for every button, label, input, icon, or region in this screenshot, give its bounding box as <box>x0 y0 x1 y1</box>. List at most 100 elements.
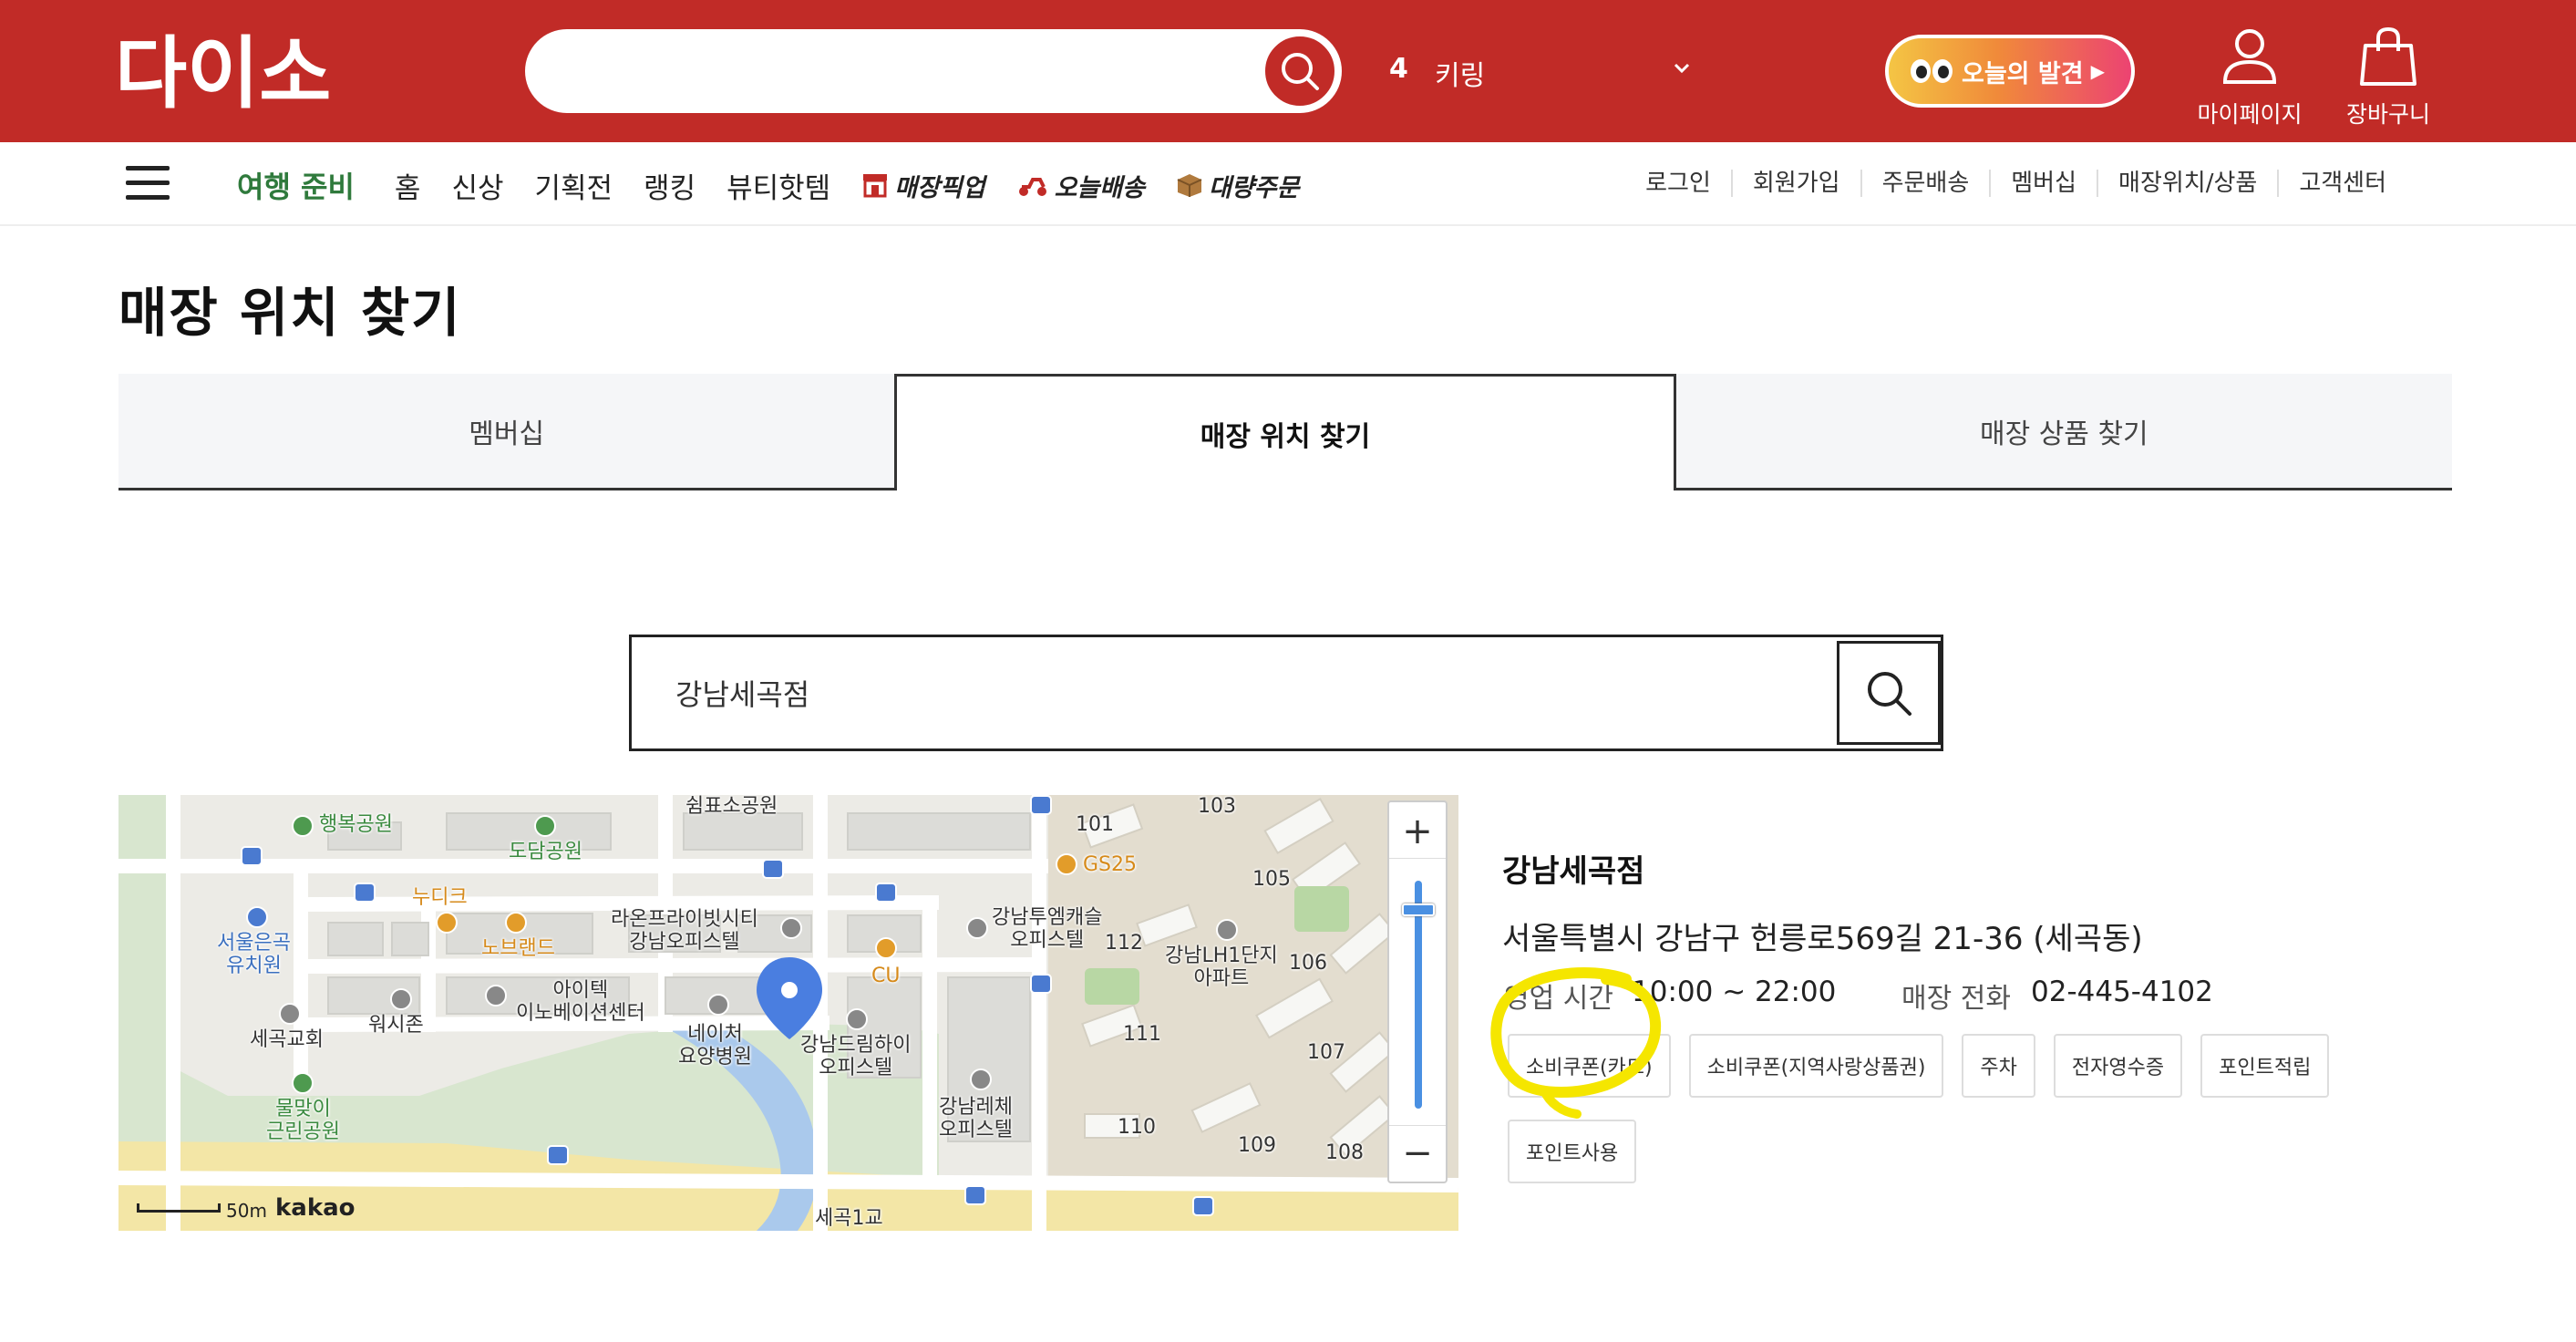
service-badge: 소비쿠폰(지역사랑상품권) <box>1688 1034 1944 1098</box>
tab-membership[interactable]: 멤버십 <box>118 374 895 490</box>
page-title: 매장 위치 찾기 <box>118 282 462 344</box>
map-label: 서울은곡 유치원 <box>217 932 291 977</box>
util-orders[interactable]: 주문배송 <box>1860 170 1990 197</box>
store-search-input[interactable] <box>632 637 1835 748</box>
store-icon <box>505 912 527 934</box>
bus-stop-icon <box>762 859 784 879</box>
eyes-icon <box>1911 59 1953 83</box>
scooter-icon <box>1018 178 1046 196</box>
nav-today-delivery[interactable]: 오늘배송 <box>1016 168 1145 203</box>
cart-label: 장바구니 <box>2345 101 2430 128</box>
convenience-store-icon <box>1056 853 1077 875</box>
nav-exhibition[interactable]: 기획전 <box>534 165 613 206</box>
nav-store-pickup[interactable]: 매장픽업 <box>861 168 985 203</box>
map-zoom-control: + − <box>1387 800 1448 1183</box>
menu-icon[interactable] <box>126 166 170 202</box>
map-base <box>118 795 1458 1231</box>
map-label: 112 <box>1105 932 1143 955</box>
car-wash-icon <box>390 988 412 1010</box>
trending-rank: 4 <box>1389 53 1408 85</box>
zoom-out-button[interactable]: − <box>1389 1125 1446 1180</box>
tab-store-location[interactable]: 매장 위치 찾기 <box>894 374 1676 490</box>
zoom-in-button[interactable]: + <box>1389 804 1446 859</box>
map-label: 110 <box>1118 1116 1156 1139</box>
map-label: 라온프라이빗시티 강남오피스텔 <box>611 908 758 954</box>
search-icon <box>1868 672 1911 716</box>
nav-bulk-order[interactable]: 대량주문 <box>1176 168 1299 203</box>
util-signup[interactable]: 회원가입 <box>1730 170 1860 197</box>
nav-new[interactable]: 신상 <box>451 165 503 206</box>
map-label: 강남레체 오피스텔 <box>939 1096 1013 1141</box>
discover-today-button[interactable]: 오늘의 발견 ▶ <box>1885 35 2135 108</box>
nav-beauty[interactable]: 뷰티핫템 <box>726 165 830 206</box>
nav-today-delivery-label: 오늘배송 <box>1054 173 1145 202</box>
shopping-bag-icon <box>2360 26 2416 86</box>
map-label: 101 <box>1076 813 1114 836</box>
building-icon <box>966 917 988 939</box>
map-label: 행복공원 <box>319 813 393 836</box>
store-phone-label: 매장 전화 <box>1901 983 2011 1015</box>
nav-promo[interactable]: 여행 준비 <box>237 164 355 206</box>
nav-bulk-order-label: 대량주문 <box>1208 173 1300 202</box>
map-label: 108 <box>1325 1141 1364 1164</box>
map-label: 쉼표소공원 <box>685 795 778 818</box>
store-search-box <box>629 635 1943 751</box>
hospital-icon <box>707 994 729 1016</box>
daiso-logo[interactable]: 다이소 <box>115 26 361 117</box>
svg-text:다이소: 다이소 <box>115 28 331 117</box>
service-badge: 포인트적립 <box>2200 1034 2330 1098</box>
map-label: 아이텍 이노베이션센터 <box>516 979 645 1025</box>
util-login[interactable]: 로그인 <box>1625 170 1731 197</box>
store-phone[interactable]: 02-445-4102 <box>2031 976 2213 1008</box>
map-label: 도담공원 <box>509 841 582 863</box>
map-label: 106 <box>1289 952 1327 975</box>
main-nav: 여행 준비 홈 신상 기획전 랭킹 뷰티핫템 매장픽업 오늘배송 대량주문 로그… <box>0 142 2576 226</box>
top-search-button[interactable] <box>1262 33 1338 109</box>
nav-ranking[interactable]: 랭킹 <box>644 165 696 206</box>
nav-store-pickup-label: 매장픽업 <box>894 173 985 202</box>
map-label: 워시존 <box>368 1014 424 1037</box>
service-badge: 소비쿠폰(카드) <box>1508 1034 1671 1098</box>
cart-button[interactable]: 장바구니 <box>2324 24 2452 129</box>
nav-home[interactable]: 홈 <box>395 165 421 206</box>
service-badge: 주차 <box>1962 1034 2035 1098</box>
store-address: 서울특별시 강남구 헌릉로569길 21-36 (세곡동) <box>1502 921 2143 957</box>
util-store-location[interactable]: 매장위치/상품 <box>2097 170 2277 197</box>
util-customer-center[interactable]: 고객센터 <box>2277 170 2406 197</box>
church-icon <box>279 1003 301 1025</box>
bus-stop-icon <box>354 883 376 903</box>
store-search-button[interactable] <box>1837 641 1941 745</box>
service-badge: 포인트사용 <box>1508 1120 1637 1183</box>
map-label: GS25 <box>1083 853 1138 876</box>
util-membership[interactable]: 멤버십 <box>1989 170 2097 197</box>
map-label: 물맞이 근린공원 <box>266 1098 340 1143</box>
map-label: 103 <box>1198 795 1236 818</box>
bakery-icon <box>436 912 458 934</box>
store-services: 소비쿠폰(카드) 소비쿠폰(지역사랑상품권) 주차 전자영수증 포인트적립 포인… <box>1508 1034 2401 1183</box>
building-icon <box>1216 919 1238 941</box>
zoom-slider-handle[interactable] <box>1402 903 1435 916</box>
store-icon <box>875 937 897 959</box>
building-icon <box>846 1008 868 1030</box>
building-icon <box>970 1068 992 1090</box>
top-search-bar[interactable] <box>525 29 1342 113</box>
map-label: 강남드림하이 오피스텔 <box>800 1034 912 1079</box>
bus-stop-icon <box>1192 1196 1214 1216</box>
chevron-down-icon[interactable] <box>1670 57 1694 80</box>
bus-stop-icon <box>547 1145 569 1165</box>
map-label: 107 <box>1307 1041 1345 1064</box>
search-icon <box>1282 53 1319 90</box>
map-label: 누디크 <box>412 886 468 909</box>
school-icon <box>246 906 268 928</box>
park-icon <box>292 815 314 837</box>
kakao-logo[interactable]: kakao <box>275 1194 355 1222</box>
tab-store-products[interactable]: 매장 상품 찾기 <box>1675 374 2452 490</box>
trending-keyword[interactable]: 키링 <box>1435 53 1485 93</box>
store-icon <box>863 174 888 198</box>
mypage-button[interactable]: 마이페이지 <box>2186 24 2313 129</box>
building-icon <box>485 985 507 1006</box>
store-name: 강남세곡점 <box>1502 853 1645 890</box>
store-hours-label: 영업 시간 <box>1504 983 1613 1015</box>
building-icon <box>780 917 802 939</box>
store-map[interactable]: 행복공원 도담공원 쉼표소공원 누디크 노브랜드 서울은곡 유치원 라온프라이빗… <box>118 795 1458 1231</box>
